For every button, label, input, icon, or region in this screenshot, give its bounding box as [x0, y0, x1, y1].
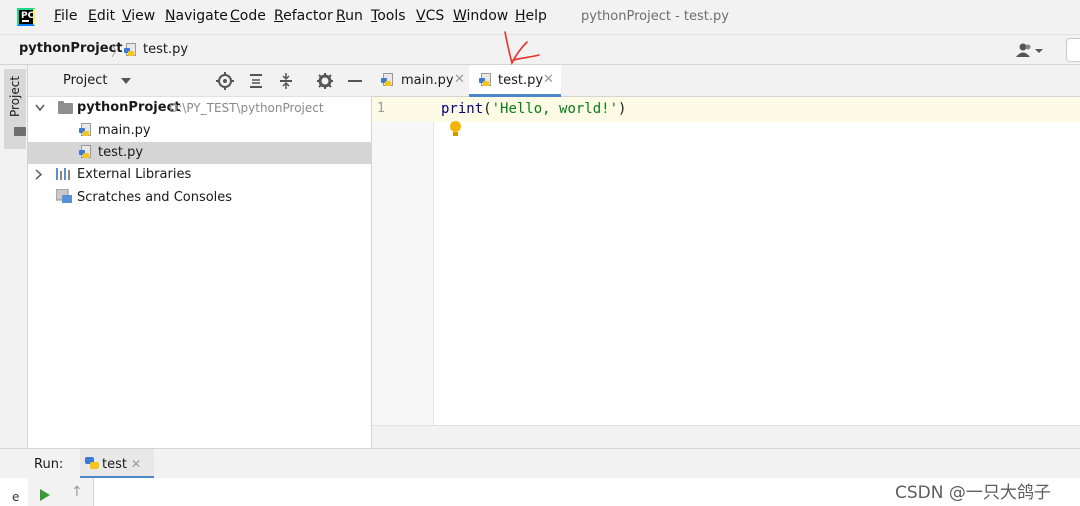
breadcrumb-separator: 〉	[111, 45, 125, 60]
menu-view[interactable]: View	[122, 8, 155, 24]
tree-row-main-py[interactable]: main.py	[28, 120, 372, 142]
project-tool-tab[interactable]: Project	[4, 69, 26, 149]
project-tool-tab-label: Project	[8, 76, 22, 117]
run-tab-test[interactable]: test ✕	[80, 449, 154, 479]
tree-label-scratches: Scratches and Consoles	[77, 190, 233, 205]
close-icon[interactable]: ✕	[454, 72, 465, 87]
tree-row-external-libraries[interactable]: External Libraries	[28, 164, 372, 186]
tab-test-py[interactable]: test.py ✕	[469, 65, 561, 97]
tree-row-project-root[interactable]: pythonProject D:\PY_TEST\pythonProject	[28, 97, 372, 119]
window-title: pythonProject - test.py	[581, 9, 729, 24]
menu-bar: PC File Edit View Navigate Code Refactor…	[0, 0, 1080, 34]
menu-file[interactable]: File	[54, 8, 77, 24]
project-panel-header: Project	[28, 65, 372, 97]
tree-label-external-libraries: External Libraries	[77, 167, 192, 182]
run-tool-header: Run: test ✕	[0, 448, 1080, 479]
pycharm-logo-icon: PC	[17, 8, 35, 26]
expand-all-icon[interactable]	[247, 72, 265, 90]
menu-navigate[interactable]: Navigate	[165, 8, 228, 24]
tree-label-main-py: main.py	[98, 123, 151, 138]
code-string: 'Hello, world!'	[491, 101, 619, 117]
user-icon	[1016, 43, 1043, 57]
run-icon[interactable]	[40, 489, 50, 501]
run-label: Run:	[34, 457, 64, 472]
editor-gutter	[372, 97, 434, 425]
code-line[interactable]: print('Hello, world!')	[441, 101, 626, 117]
locate-icon[interactable]	[216, 72, 234, 90]
gear-icon[interactable]	[316, 72, 334, 90]
menu-edit[interactable]: Edit	[88, 8, 115, 24]
tree-label-test-py: test.py	[98, 145, 144, 160]
project-view-selector[interactable]: Project	[63, 73, 107, 88]
editor-bottom-bar	[372, 425, 1080, 448]
menu-vcs[interactable]: VCS	[416, 8, 444, 24]
project-vtab-text: Project	[8, 76, 22, 117]
python-run-config-icon	[85, 457, 99, 469]
code-function: print	[441, 101, 484, 117]
minimize-icon[interactable]	[346, 72, 364, 90]
python-file-icon	[79, 123, 92, 138]
run-tab-label: test	[102, 457, 127, 472]
search-everywhere-field[interactable]	[1066, 38, 1080, 62]
user-menu-button[interactable]	[1015, 42, 1049, 58]
tab-test-py-label: test.py	[498, 73, 544, 88]
tab-main-py-label: main.py	[401, 73, 454, 88]
folder-icon	[58, 101, 73, 114]
menu-code[interactable]: Code	[230, 8, 266, 24]
up-arrow-icon[interactable]: ↑	[71, 484, 83, 500]
tree-row-scratches[interactable]: Scratches and Consoles	[28, 187, 372, 209]
python-file-icon	[124, 43, 137, 58]
python-file-icon	[79, 145, 92, 160]
python-file-icon	[381, 73, 394, 88]
run-toolbar	[28, 478, 94, 506]
editor-tab-bar: main.py ✕ test.py ✕	[372, 65, 1080, 97]
bottom-stripe-tab[interactable]: e	[12, 490, 19, 504]
menu-tools[interactable]: Tools	[371, 8, 406, 24]
annotation-arrow	[504, 31, 540, 66]
menu-help[interactable]: Help	[515, 8, 547, 24]
breadcrumb-file[interactable]: test.py	[143, 42, 188, 57]
chevron-down-icon[interactable]	[35, 104, 45, 112]
collapse-all-icon[interactable]	[277, 72, 295, 90]
tree-label-project-root: pythonProject	[77, 100, 181, 115]
library-icon	[56, 168, 72, 180]
menu-run[interactable]: Run	[336, 8, 363, 24]
line-number: 1	[377, 101, 385, 116]
code-close-paren: )	[618, 101, 627, 117]
tree-root-path: D:\PY_TEST\pythonProject	[169, 101, 324, 115]
menu-refactor[interactable]: Refactor	[274, 8, 333, 24]
tree-row-test-py[interactable]: test.py	[28, 142, 372, 164]
folder-icon	[14, 127, 26, 136]
menu-window[interactable]: Window	[453, 8, 508, 24]
chevron-right-icon[interactable]	[35, 169, 43, 180]
project-panel: Project pythonProject D:\PY_TEST\pythonP…	[28, 65, 372, 448]
chevron-down-icon[interactable]	[120, 77, 132, 85]
lightbulb-icon[interactable]	[449, 121, 462, 138]
scratch-icon	[56, 189, 72, 203]
left-tool-stripe: Project	[0, 65, 28, 448]
tab-main-py[interactable]: main.py ✕	[372, 65, 469, 96]
python-file-icon	[479, 73, 492, 88]
close-icon[interactable]: ✕	[543, 72, 554, 87]
breadcrumb-project[interactable]: pythonProject	[19, 41, 123, 56]
watermark: CSDN @一只大鸽子	[895, 483, 1051, 503]
code-open-paren: (	[483, 101, 492, 117]
close-icon[interactable]: ✕	[131, 457, 141, 471]
